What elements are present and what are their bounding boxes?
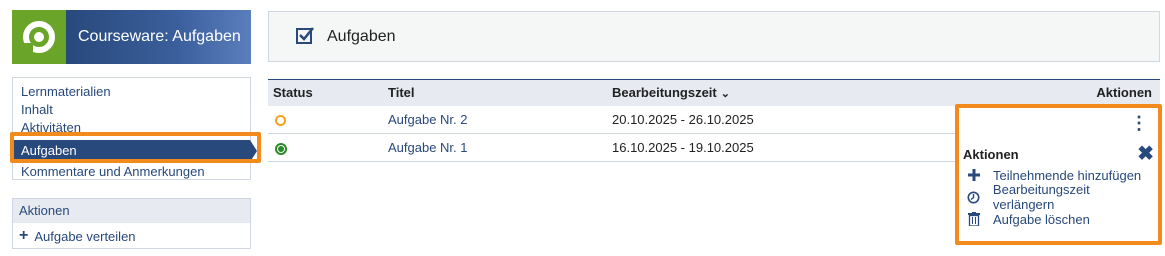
delete-task-label: Aufgabe löschen — [993, 211, 1090, 227]
sidebar-nav: Lernmaterialien Inhalt Aktivitäten Aufga… — [12, 77, 257, 182]
app-title: Courseware: Aufgaben — [66, 10, 251, 64]
sidebar-item-inhalt[interactable]: Inhalt — [13, 102, 250, 120]
sidebar-item-lernmaterialien[interactable]: Lernmaterialien — [13, 84, 250, 102]
sort-desc-icon: ⌄ — [720, 88, 730, 100]
add-participants-label: Teilnehmende hinzufügen — [993, 167, 1142, 183]
column-header-time-label: Bearbeitungszeit — [612, 85, 717, 100]
extend-time-label: Bearbeitungszeit verlängern — [992, 182, 1090, 212]
column-header-status: Status — [273, 85, 313, 100]
column-header-title: Titel — [388, 85, 415, 100]
task-title-link[interactable]: Aufgabe Nr. 1 — [388, 140, 468, 155]
plus-icon: + — [19, 227, 29, 244]
app-header: Courseware: Aufgaben — [12, 10, 251, 64]
trash-icon — [967, 212, 981, 226]
distribute-task-button[interactable]: + Aufgabe verteilen — [13, 223, 250, 249]
task-time: 16.10.2025 - 19.10.2025 — [612, 140, 754, 155]
clock-icon — [967, 191, 981, 204]
status-cell — [268, 134, 388, 161]
sidebar-item-kommentare[interactable]: Kommentare und Anmerkungen — [13, 164, 250, 182]
action-menu: ⋮ Aktionen ✖ Teilnehmende hinzufügen Bea… — [955, 104, 1162, 245]
sidebar-actions: Aktionen + Aufgabe verteilen — [12, 198, 251, 249]
page-title: Aufgaben — [327, 27, 396, 45]
distribute-task-label: Aufgabe verteilen — [34, 228, 136, 244]
content-header: Aufgaben — [268, 11, 1160, 62]
sidebar-item-aktivitaeten[interactable]: Aktivitäten — [13, 120, 250, 138]
table-header: Status Titel Bearbeitungszeit ⌄ Aktionen — [268, 80, 1160, 106]
courseware-logo-icon — [12, 10, 66, 64]
action-menu-title: Aktionen — [963, 146, 1019, 162]
task-checkbox-icon — [295, 25, 315, 48]
status-open-icon — [275, 115, 286, 127]
close-icon[interactable]: ✖ — [1137, 144, 1154, 164]
plus-icon — [967, 169, 981, 181]
status-cell — [268, 106, 388, 133]
task-title-link[interactable]: Aufgabe Nr. 2 — [388, 112, 468, 127]
sidebar-actions-title: Aktionen — [13, 199, 250, 223]
extend-time-item[interactable]: Bearbeitungszeit verlängern — [963, 182, 1154, 212]
kebab-menu-icon[interactable]: ⋮ — [1130, 114, 1148, 132]
sidebar-item-aufgaben[interactable]: Aufgaben — [13, 140, 257, 162]
task-time: 20.10.2025 - 26.10.2025 — [612, 112, 754, 127]
status-done-icon — [275, 142, 287, 155]
column-header-actions: Aktionen — [1096, 85, 1152, 100]
column-header-time[interactable]: Bearbeitungszeit ⌄ — [612, 80, 892, 106]
